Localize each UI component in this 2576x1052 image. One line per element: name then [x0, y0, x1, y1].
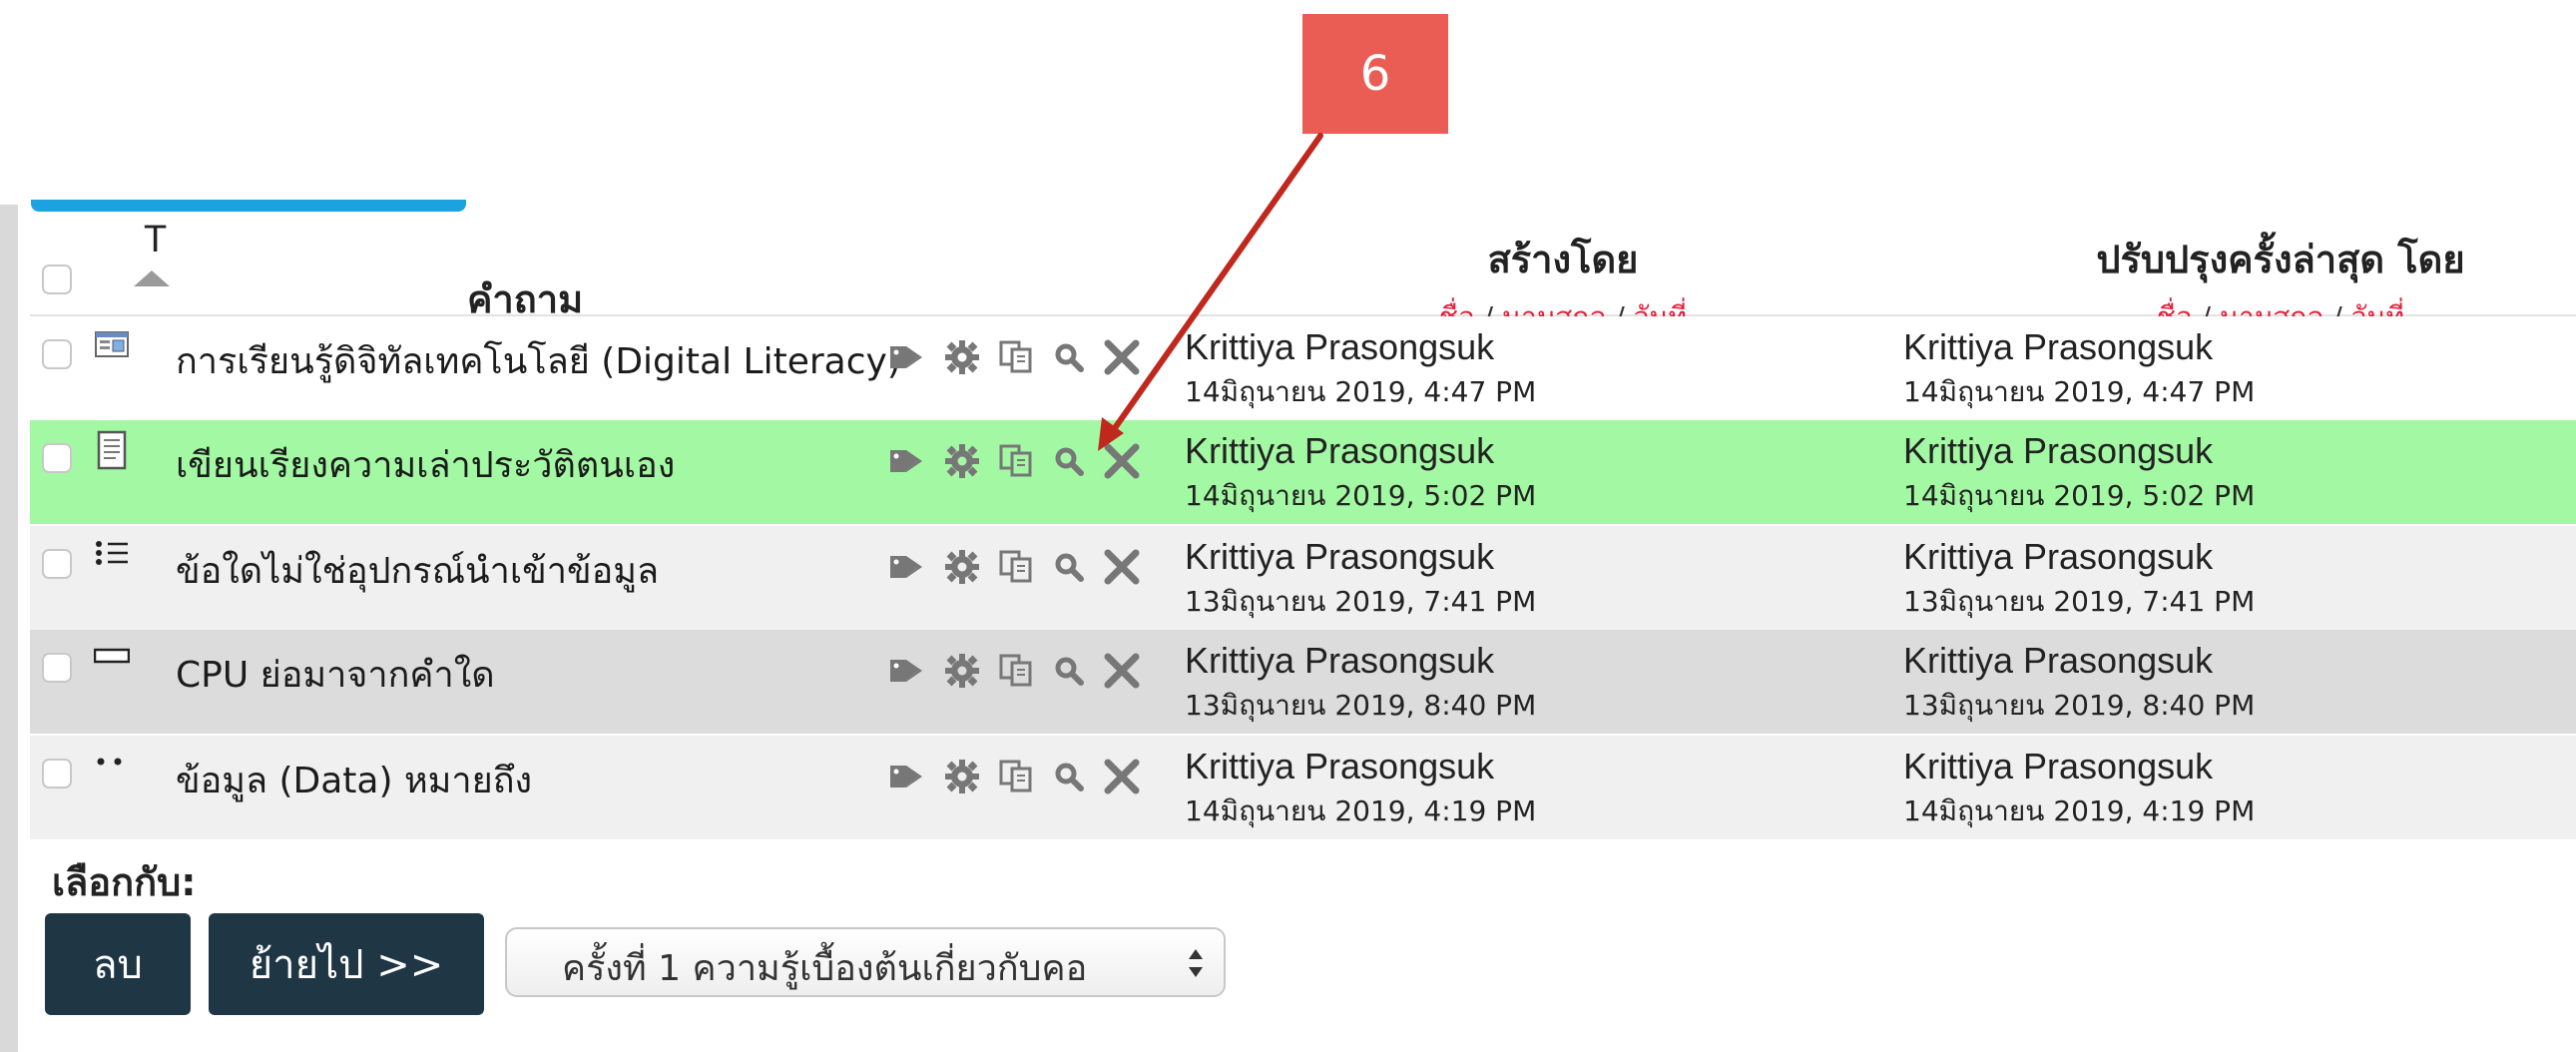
with-selected-label: เลือกกับ: [52, 860, 197, 904]
preview-magnifier-icon[interactable] [1054, 656, 1084, 691]
created-by-cell: Krittiya Prasongsuk 14มิถุนายน 2019, 5:0… [1185, 430, 1536, 518]
row-checkbox[interactable] [42, 759, 72, 789]
move-to-button[interactable]: ย้ายไป >> [209, 913, 484, 1015]
table-row: เขียนเรียงความเล่าประวัติตนเอง Krittiya … [30, 420, 2576, 524]
select-updown-icon [1189, 949, 1203, 977]
row-checkbox[interactable] [42, 549, 72, 579]
creator-name: Krittiya Prasongsuk [1185, 430, 1495, 471]
row-actions [888, 648, 1142, 698]
table-header: T คำถาม สร้างโดย ชื่อ / นามสกุล / วันที่… [30, 205, 2576, 333]
duplicate-icon[interactable] [998, 653, 1036, 694]
delete-x-icon[interactable] [1102, 651, 1142, 696]
modified-by-cell: Krittiya Prasongsuk 13มิถุนายน 2019, 8:4… [1903, 640, 2255, 728]
modifier-name: Krittiya Prasongsuk [1903, 326, 2214, 367]
row-checkbox[interactable] [42, 653, 72, 683]
modifier-name: Krittiya Prasongsuk [1903, 536, 2214, 577]
preview-magnifier-icon[interactable] [1054, 762, 1084, 796]
creator-name: Krittiya Prasongsuk [1185, 326, 1495, 367]
delete-button[interactable]: ลบ [45, 913, 191, 1015]
gear-icon[interactable] [944, 443, 980, 484]
table-row: ข้อใดไม่ใช่อุปกรณ์นำเข้าข้อมูล Krittiya … [30, 526, 2576, 630]
question-name: เขียนเรียงความเล่าประวัติตนเอง [176, 445, 676, 486]
created-by-cell: Krittiya Prasongsuk 13มิถุนายน 2019, 7:4… [1185, 536, 1536, 624]
category-select[interactable]: ครั้งที่ 1 ความรู้เบื้องต้นเกี่ยวกับคอ [505, 927, 1226, 997]
modifier-name: Krittiya Prasongsuk [1903, 746, 2214, 787]
created-by-cell: Krittiya Prasongsuk 14มิถุนายน 2019, 4:4… [1185, 326, 1536, 414]
modified-by-cell: Krittiya Prasongsuk 14มิถุนายน 2019, 4:4… [1903, 326, 2255, 414]
table-row: ข้อมูล (Data) หมายถึง Krittiya Prasongsu… [30, 736, 2576, 839]
annotation-callout: 6 [1302, 14, 1448, 134]
created-date: 14มิถุนายน 2019, 4:19 PM [1185, 794, 1537, 827]
modified-by-cell: Krittiya Prasongsuk 14มิถุนายน 2019, 4:1… [1903, 746, 2255, 833]
select-all-checkbox[interactable] [42, 264, 72, 294]
truefalse-icon [97, 758, 122, 766]
sort-ascending-icon[interactable] [134, 270, 170, 286]
created-date: 14มิถุนายน 2019, 5:02 PM [1185, 479, 1537, 512]
creator-name: Krittiya Prasongsuk [1185, 536, 1495, 577]
tag-icon[interactable] [888, 762, 926, 796]
created-by-title: สร้างโดย [1487, 238, 1639, 281]
creator-name: Krittiya Prasongsuk [1185, 746, 1495, 787]
created-by-cell: Krittiya Prasongsuk 14มิถุนายน 2019, 4:1… [1185, 746, 1536, 833]
row-actions [888, 438, 1142, 488]
modified-by-cell: Krittiya Prasongsuk 14มิถุนายน 2019, 5:0… [1903, 430, 2255, 518]
gear-icon[interactable] [944, 549, 980, 590]
left-edge-bar [0, 205, 18, 1052]
gear-icon[interactable] [944, 759, 980, 799]
created-date: 13มิถุนายน 2019, 7:41 PM [1185, 585, 1537, 618]
question-name: ข้อมูล (Data) หมายถึง [176, 761, 533, 801]
duplicate-icon[interactable] [998, 759, 1036, 799]
modified-by-cell: Krittiya Prasongsuk 13มิถุนายน 2019, 7:4… [1903, 536, 2255, 624]
modified-date: 14มิถุนายน 2019, 4:47 PM [1903, 375, 2256, 408]
preview-magnifier-icon[interactable] [1054, 552, 1084, 587]
delete-x-icon[interactable] [1102, 441, 1142, 486]
creator-name: Krittiya Prasongsuk [1185, 640, 1495, 681]
modified-by-title: ปรับปรุงครั้งล่าสุด โดย [2096, 238, 2465, 281]
gear-icon[interactable] [944, 653, 980, 694]
created-date: 13มิถุนายน 2019, 8:40 PM [1185, 689, 1537, 722]
question-name: ข้อใดไม่ใช่อุปกรณ์นำเข้าข้อมูล [176, 551, 660, 592]
modified-date: 13มิถุนายน 2019, 7:41 PM [1903, 585, 2256, 618]
preview-magnifier-icon[interactable] [1054, 342, 1084, 377]
row-actions [888, 544, 1142, 594]
row-checkbox[interactable] [42, 443, 72, 473]
preview-magnifier-icon[interactable] [1054, 446, 1084, 481]
table-row: การเรียนรู้ดิจิทัลเทคโนโลยี (Digital Lit… [30, 316, 2576, 420]
tag-icon[interactable] [888, 342, 926, 377]
essay-icon [97, 430, 127, 470]
duplicate-icon[interactable] [998, 339, 1036, 380]
category-selected-value: ครั้งที่ 1 ความรู้เบื้องต้นเกี่ยวกับคอ [562, 948, 1088, 989]
multichoice-icon [96, 541, 128, 565]
type-sort-header[interactable]: T [144, 219, 167, 262]
question-name: CPU ย่อมาจากคำใด [176, 655, 495, 696]
created-by-cell: Krittiya Prasongsuk 13มิถุนายน 2019, 8:4… [1185, 640, 1536, 728]
tag-icon[interactable] [888, 656, 926, 691]
row-actions [888, 334, 1142, 384]
tag-icon[interactable] [888, 446, 926, 481]
modifier-name: Krittiya Prasongsuk [1903, 640, 2214, 681]
tag-icon[interactable] [888, 552, 926, 587]
duplicate-icon[interactable] [998, 443, 1036, 484]
description-icon [95, 331, 129, 357]
modifier-name: Krittiya Prasongsuk [1903, 430, 2214, 471]
created-date: 14มิถุนายน 2019, 4:47 PM [1185, 375, 1537, 408]
shortanswer-icon [94, 648, 130, 664]
modified-date: 14มิถุนายน 2019, 5:02 PM [1903, 479, 2256, 512]
delete-x-icon[interactable] [1102, 757, 1142, 801]
question-name: การเรียนรู้ดิจิทัลเทคโนโลยี (Digital Lit… [176, 341, 901, 382]
modified-date: 13มิถุนายน 2019, 8:40 PM [1903, 689, 2256, 722]
delete-x-icon[interactable] [1102, 337, 1142, 382]
gear-icon[interactable] [944, 339, 980, 380]
table-row: CPU ย่อมาจากคำใด Krittiya Prasongsuk 13ม… [30, 630, 2576, 734]
modified-date: 14มิถุนายน 2019, 4:19 PM [1903, 794, 2256, 827]
row-actions [888, 754, 1142, 803]
duplicate-icon[interactable] [998, 549, 1036, 590]
delete-x-icon[interactable] [1102, 547, 1142, 592]
row-checkbox[interactable] [42, 339, 72, 369]
